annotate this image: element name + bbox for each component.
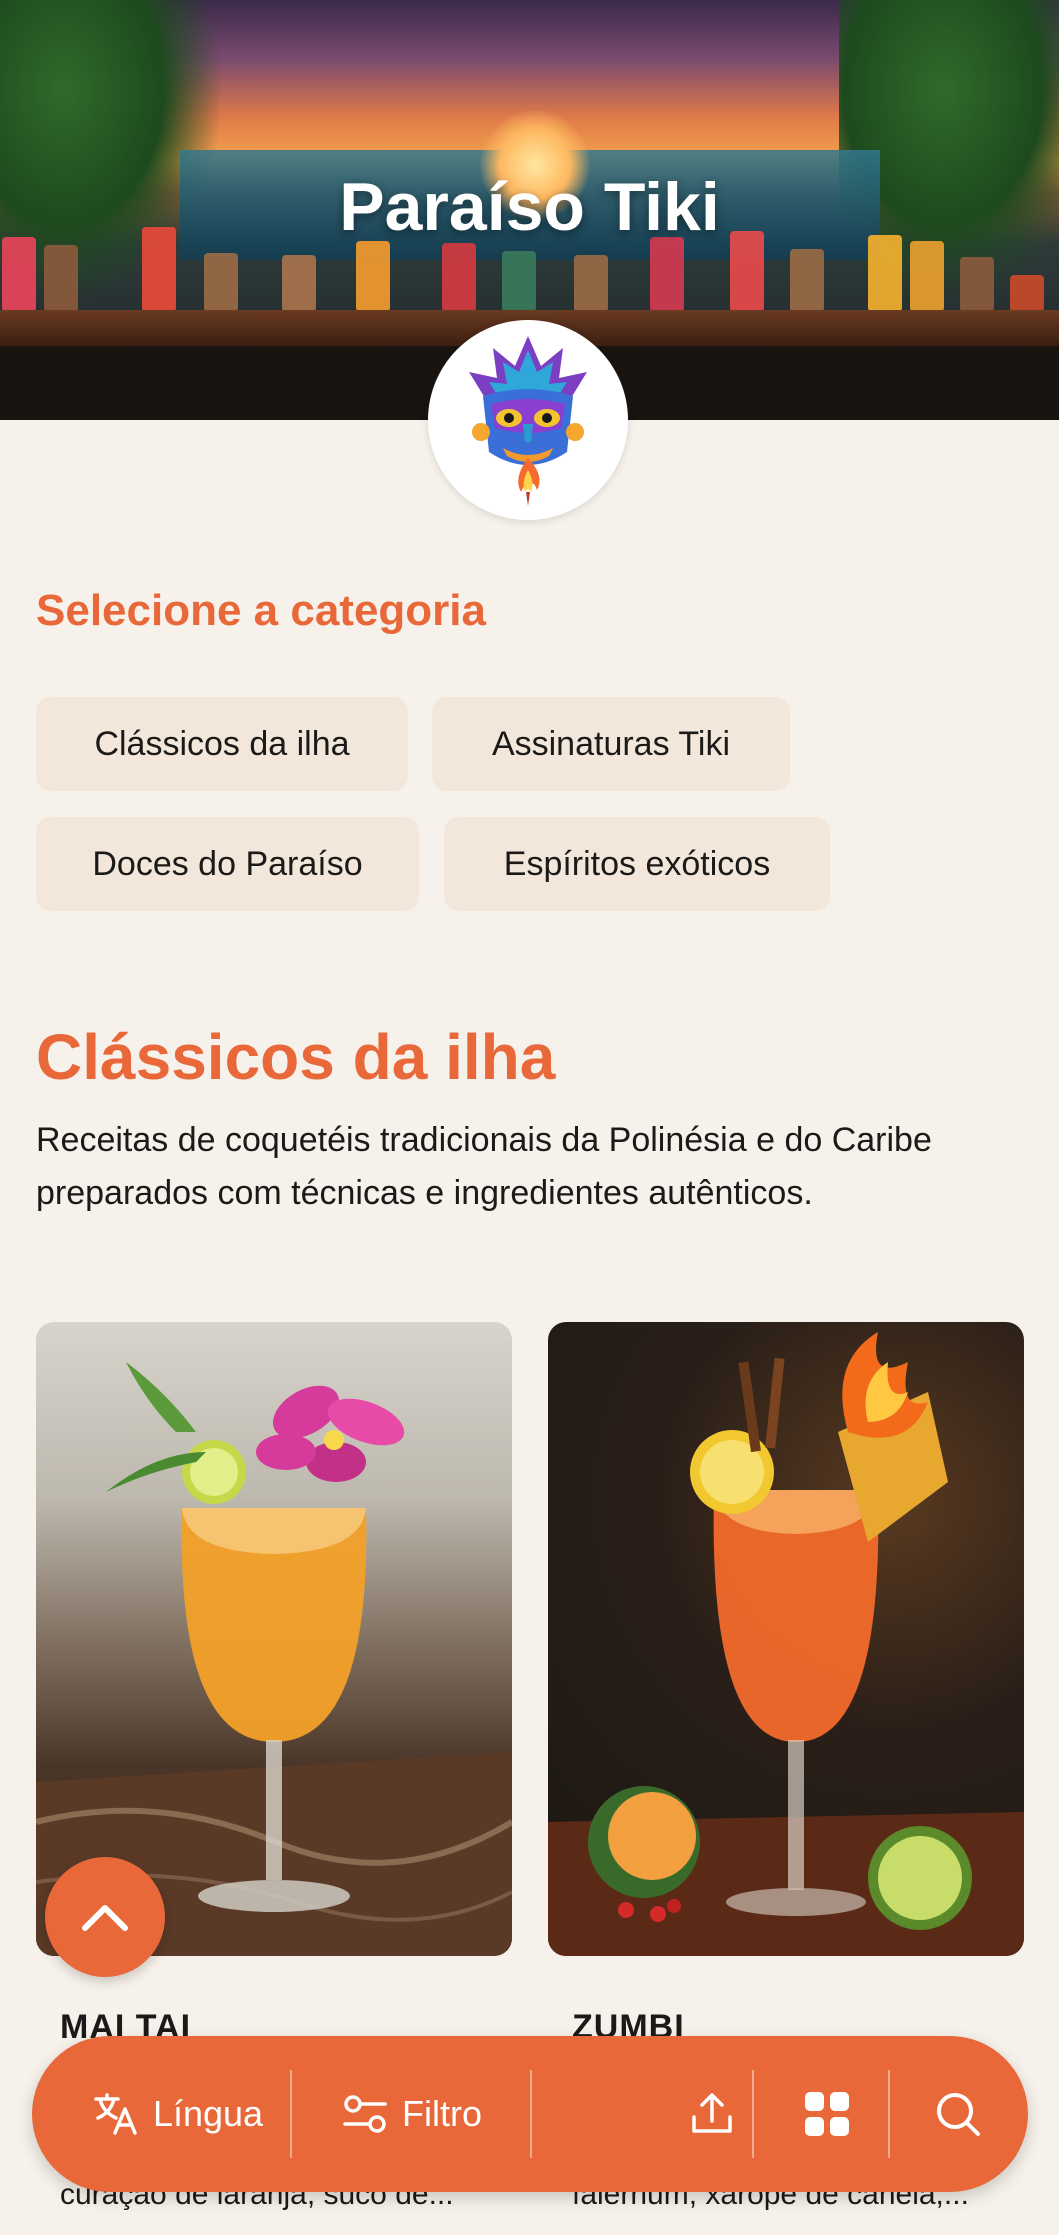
zumbi-photo (548, 1332, 1024, 1956)
category-heading: Selecione a categoria (36, 586, 486, 635)
drink-card-zumbi[interactable] (548, 1322, 1024, 1956)
toolbar-divider (752, 2070, 754, 2158)
search-icon (937, 2093, 980, 2136)
category-chip-doces[interactable]: Doces do Paraíso (36, 817, 419, 911)
category-chip-assinaturas[interactable]: Assinaturas Tiki (432, 697, 790, 791)
page-title: Paraíso Tiki (339, 169, 720, 245)
language-button[interactable]: Língua (68, 2036, 288, 2192)
toolbar-divider (530, 2070, 532, 2158)
grid-view-button[interactable] (767, 2036, 887, 2192)
toolbar-divider (290, 2070, 292, 2158)
search-button[interactable] (898, 2036, 1018, 2192)
chevron-up-icon (82, 1905, 128, 1931)
scroll-top-button[interactable] (45, 1857, 165, 1977)
section-title: Clássicos da ilha (36, 1021, 556, 1093)
sliders-icon (343, 2095, 387, 2133)
share-icon (692, 2093, 732, 2133)
section-description: Receitas de coquetéis tradicionais da Po… (36, 1121, 932, 1212)
bottom-toolbar: Língua Filtro (32, 2036, 1028, 2192)
grid-icon (805, 2092, 849, 2136)
category-chip-espiritos[interactable]: Espíritos exóticos (444, 817, 830, 911)
filter-button[interactable]: Filtro (302, 2036, 522, 2192)
toolbar-divider (888, 2070, 890, 2158)
tiki-mask-logo-icon (428, 320, 628, 520)
translate-icon (94, 2093, 137, 2135)
filter-label: Filtro (402, 2093, 482, 2134)
language-label: Língua (152, 2093, 264, 2134)
category-chip-classicos[interactable]: Clássicos da ilha (36, 697, 408, 791)
